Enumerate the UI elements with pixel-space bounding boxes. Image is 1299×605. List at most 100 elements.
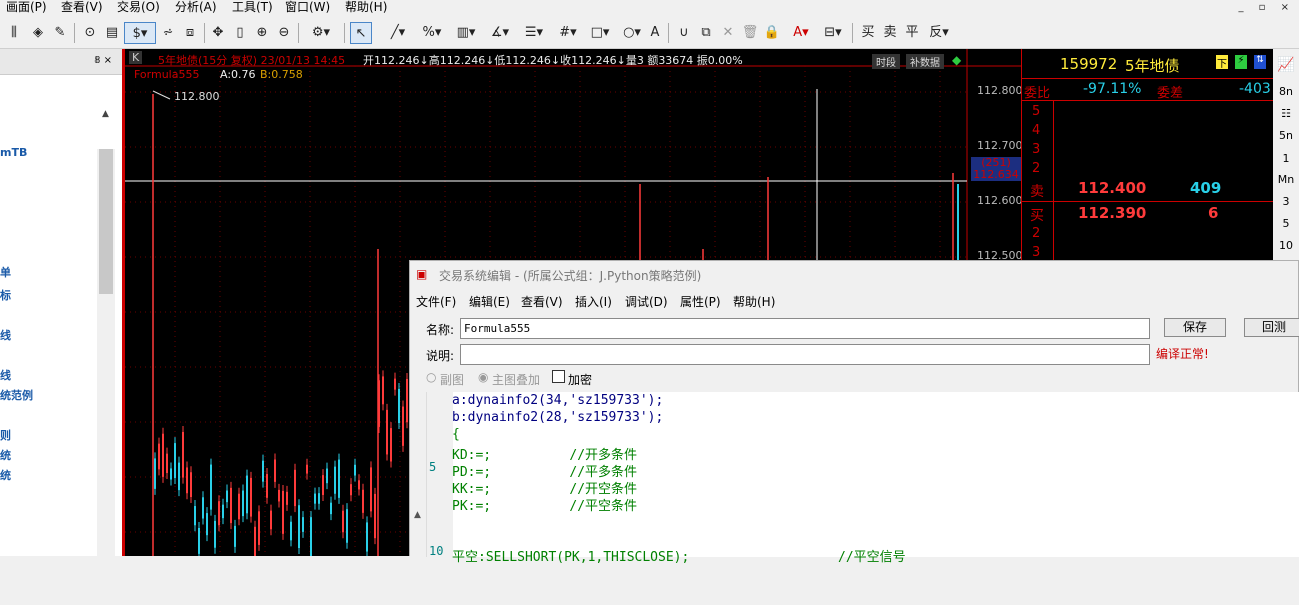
play-icon[interactable]: ⊙ <box>80 22 100 44</box>
scroll-up-icon[interactable]: ▲ <box>102 109 109 119</box>
chart-switch-icon[interactable]: ⧈ <box>180 22 200 44</box>
desc-input[interactable] <box>460 344 1150 365</box>
app-icon: ▣ <box>416 267 428 281</box>
edit-icon[interactable]: ✎ <box>50 22 70 44</box>
rect-tool-icon[interactable]: □▾ <box>584 22 616 44</box>
pointer-icon[interactable]: ↖ <box>350 22 372 44</box>
filter-icon[interactable]: ⩫ <box>158 22 178 44</box>
editor-menu-edit[interactable]: 编辑(E) <box>469 293 510 310</box>
radio-sub-icon[interactable]: ○ <box>426 370 436 384</box>
candle-body <box>190 472 192 498</box>
chart-ohlc: 开112.246↓高112.246↓低112.246↓收112.246↓量3 额… <box>363 54 743 67</box>
name-input[interactable]: Formula555 <box>460 318 1150 339</box>
text-tool-icon[interactable]: A <box>646 22 664 44</box>
period-item[interactable]: 5n <box>1273 129 1299 142</box>
menu-help[interactable]: 帮助(H) <box>345 0 387 14</box>
editor-menu-help[interactable]: 帮助(H) <box>733 293 775 310</box>
list-item[interactable]: 统范例 <box>0 387 33 403</box>
period-item[interactable]: Mn <box>1273 173 1299 186</box>
menu-analysis[interactable]: 分析(A) <box>175 0 217 14</box>
save-button[interactable]: 保存 <box>1164 318 1226 337</box>
period-item[interactable]: 5 <box>1273 217 1299 230</box>
line-tool-icon[interactable]: ╱▾ <box>382 22 414 44</box>
menu-tools[interactable]: 工具(T) <box>232 0 273 14</box>
editor-title: 交易系统编辑 - (所属公式组：J.Python策略范例) <box>439 269 702 283</box>
period-item[interactable]: ☷ <box>1273 107 1299 120</box>
menu-trade[interactable]: 交易(O) <box>117 0 160 14</box>
list-item[interactable]: 线 <box>0 327 11 343</box>
candle-body <box>234 525 236 547</box>
sell-level: 5 <box>1032 104 1041 119</box>
dollar-button[interactable]: $▾ <box>124 22 156 44</box>
list-item[interactable]: mTB <box>0 146 27 159</box>
menu-screen[interactable]: 画面(P) <box>6 0 47 14</box>
list-item[interactable]: 统 <box>0 467 11 483</box>
editor-menu-debug[interactable]: 调试(D) <box>625 293 668 310</box>
diamond-icon[interactable]: ◈ <box>28 22 48 44</box>
code-editor[interactable]: 5 10 a:dynainfo2(34,'sz159733'); b:dynai… <box>427 392 1299 565</box>
menu-window[interactable]: 窗口(W) <box>285 0 330 14</box>
webi-label: 委比 <box>1024 86 1051 101</box>
scroll-thumb[interactable] <box>99 149 113 294</box>
buy1-volume: 6 <box>1208 204 1219 222</box>
zoom-in-icon[interactable]: ⊕ <box>252 22 272 44</box>
move-icon[interactable]: ✥ <box>208 22 228 44</box>
candle-body <box>378 380 380 427</box>
candle-body <box>250 477 252 517</box>
reverse-icon[interactable]: 反▾ <box>924 22 954 44</box>
editor-menu-view[interactable]: 查看(V) <box>521 293 563 310</box>
document-icon[interactable]: ▤ <box>102 22 122 44</box>
down-flag-icon[interactable]: 下 <box>1216 55 1228 70</box>
magnet-icon[interactable]: ∪ <box>674 22 694 44</box>
period-item[interactable]: 1 <box>1273 152 1299 165</box>
percent-icon[interactable]: %▾ <box>416 22 448 44</box>
angle-tool-icon[interactable]: ∡▾ <box>484 22 516 44</box>
zoom-out-icon[interactable]: ⊖ <box>274 22 294 44</box>
pin-icon[interactable]: 𝟠 × <box>94 55 112 66</box>
trend-icon[interactable]: 📈 <box>1273 57 1299 73</box>
list-item[interactable]: 标 <box>0 287 11 303</box>
period-button[interactable]: 时段 <box>872 54 900 69</box>
color-icon[interactable]: A▾ <box>786 22 816 44</box>
delete-icon[interactable]: ✕ <box>718 22 738 44</box>
fill-data-button[interactable]: 补数据 <box>906 54 944 69</box>
candle-body <box>398 388 400 424</box>
list-item[interactable]: 单 <box>0 264 11 280</box>
circle-tool-icon[interactable]: ○▾ <box>616 22 648 44</box>
hash-tool-icon[interactable]: #▾ <box>552 22 584 44</box>
editor-menu-property[interactable]: 属性(P) <box>680 293 721 310</box>
lightning-icon[interactable]: ⚡ <box>1235 55 1247 69</box>
period-item[interactable]: 3 <box>1273 195 1299 208</box>
copy-icon[interactable]: ⧉ <box>696 22 716 44</box>
encrypt-checkbox[interactable] <box>552 370 565 383</box>
fib-tool-icon[interactable]: ☰▾ <box>518 22 550 44</box>
trash-icon[interactable]: 🗑 <box>740 22 760 44</box>
window-controls[interactable]: _ ▫ × <box>1238 2 1295 13</box>
scroll-up-icon[interactable]: ▲ <box>414 510 421 520</box>
editor-menu-file[interactable]: 文件(F) <box>416 293 456 310</box>
sell-icon[interactable]: 卖 <box>880 22 900 44</box>
buy-icon[interactable]: 买 <box>858 22 878 44</box>
editor-menu-insert[interactable]: 插入(I) <box>575 293 612 310</box>
radio-main-icon[interactable]: ◉ <box>478 370 488 384</box>
period-item[interactable]: 8n <box>1273 85 1299 98</box>
lock-icon[interactable]: 🔒 <box>762 22 782 44</box>
grid-tool-icon[interactable]: ▥▾ <box>450 22 482 44</box>
settings-icon[interactable]: ⚙▾ <box>304 22 338 44</box>
left-panel-scrollbar[interactable] <box>97 149 115 605</box>
list-item[interactable]: 统 <box>0 447 11 463</box>
menu-view[interactable]: 查看(V) <box>61 0 103 14</box>
list-item[interactable]: 则 <box>0 427 11 443</box>
backtest-button[interactable]: 回测 <box>1244 318 1299 337</box>
candle-body <box>222 504 224 519</box>
period-item[interactable]: 10 <box>1273 239 1299 252</box>
editor-scrollbar[interactable]: ▲ <box>410 392 427 557</box>
sort-icon[interactable]: ⇅ <box>1254 55 1266 69</box>
candle-icon[interactable]: ⫼ <box>4 22 24 44</box>
candle-body <box>354 464 356 476</box>
k-tab[interactable]: K <box>129 51 143 64</box>
close-position-icon[interactable]: 平 <box>902 22 922 44</box>
list-item[interactable]: 线 <box>0 367 11 383</box>
save-layout-icon[interactable]: ⊟▾ <box>818 22 848 44</box>
bar-icon[interactable]: ▯ <box>230 22 250 44</box>
